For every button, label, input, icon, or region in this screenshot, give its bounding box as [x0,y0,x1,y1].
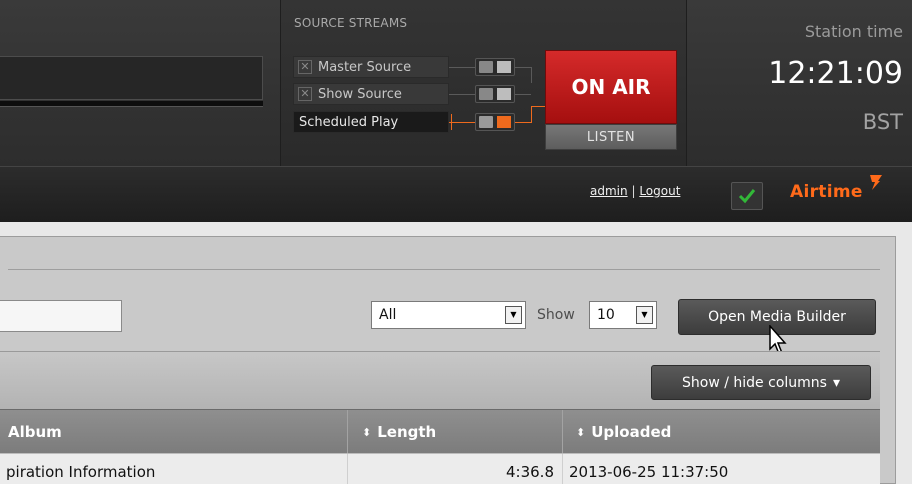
wire-master-down [531,67,532,83]
column-separator [347,410,348,454]
show-source-row: ✕ Show Source [293,83,449,105]
wire-show [449,94,475,95]
library-search-input[interactable] [0,300,122,332]
track-progress-bar [0,101,263,107]
master-source-switch[interactable] [475,58,515,76]
wire-to-onair [531,106,545,107]
wire-show-out [515,94,531,95]
cell-length: 4:36.8 [506,463,554,481]
panel-divider [8,269,880,270]
wire-scheduled-c [451,122,475,123]
master-source-label: Master Source [318,59,412,75]
source-streams-title: SOURCE STREAMS [294,16,408,30]
airtime-logo: Airtime [790,175,883,202]
scheduled-switch-indicator [497,116,511,128]
logout-link[interactable]: Logout [639,184,680,198]
page-size-value: 10 [597,307,615,323]
show-switch-indicator [497,88,511,100]
chevron-down-icon: ▼ [505,306,522,324]
listen-button[interactable]: LISTEN [545,124,677,150]
show-switch-knob [479,88,493,100]
master-switch-indicator [497,61,511,73]
checkmark-icon [738,189,756,204]
table-toolbar: Show / hide columns ▾ [0,351,880,409]
page-size-select[interactable]: 10 ▼ [589,301,657,329]
master-source-kick-icon[interactable]: ✕ [298,60,312,74]
master-switch-knob [479,61,493,73]
scheduled-play-switch[interactable] [475,113,515,131]
cell-uploaded: 2013-06-25 11:37:50 [569,463,729,481]
caret-down-icon: ▾ [832,374,840,391]
source-streams-panel: SOURCE STREAMS ✕ Master Source ✕ Show So… [280,0,687,166]
show-source-switch[interactable] [475,85,515,103]
column-separator [562,410,563,454]
wire-scheduled-out [515,122,531,123]
header-bar: SOURCE STREAMS ✕ Master Source ✕ Show So… [0,0,912,166]
library-panel: All ▼ Show 10 ▼ Open Media Builder Show … [0,236,896,484]
show-hide-columns-button[interactable]: Show / hide columns ▾ [651,365,871,400]
wire-master-out [515,67,531,68]
nav-bar: admin | Logout Airtime [0,166,912,222]
cell-separator [562,454,563,484]
media-type-value: All [379,307,397,323]
column-header-uploaded[interactable]: ⬍ Uploaded [576,410,671,454]
scheduled-play-row: Scheduled Play [293,111,449,133]
sort-icon: ⬍ [362,425,372,439]
column-header-length[interactable]: ⬍ Length [362,410,436,454]
master-source-row: ✕ Master Source [293,56,449,78]
user-account-link[interactable]: admin [590,184,628,198]
table-row[interactable]: piration Information 4:36.8 2013-06-25 1… [0,453,880,484]
show-source-label: Show Source [318,86,402,102]
cell-album: piration Information [6,463,156,481]
page-size-label: Show [537,307,575,323]
on-air-indicator: ON AIR [545,50,677,124]
wire-master [449,67,475,68]
station-timezone: BST [862,110,903,134]
logo-bolt-icon [869,175,882,190]
scheduled-switch-knob [479,116,493,128]
station-clock: 12:21:09 [768,56,903,91]
column-header-album[interactable]: Album [8,410,62,454]
logo-text: Airtime [790,182,863,202]
media-type-select[interactable]: All ▼ [371,301,526,329]
current-track-display [0,56,263,100]
system-status-button[interactable] [731,182,763,210]
scheduled-play-label: Scheduled Play [299,114,399,130]
columns-button-label: Show / hide columns [682,374,827,391]
station-time-label: Station time [804,22,903,41]
show-source-kick-icon[interactable]: ✕ [298,87,312,101]
user-links: admin | Logout [590,184,680,198]
wire-scheduled-up [531,106,532,123]
user-links-separator: | [631,184,636,198]
sort-icon: ⬍ [576,425,586,439]
chevron-down-icon: ▼ [636,306,653,324]
table-header: Album ⬍ Length ⬍ Uploaded [0,409,880,454]
